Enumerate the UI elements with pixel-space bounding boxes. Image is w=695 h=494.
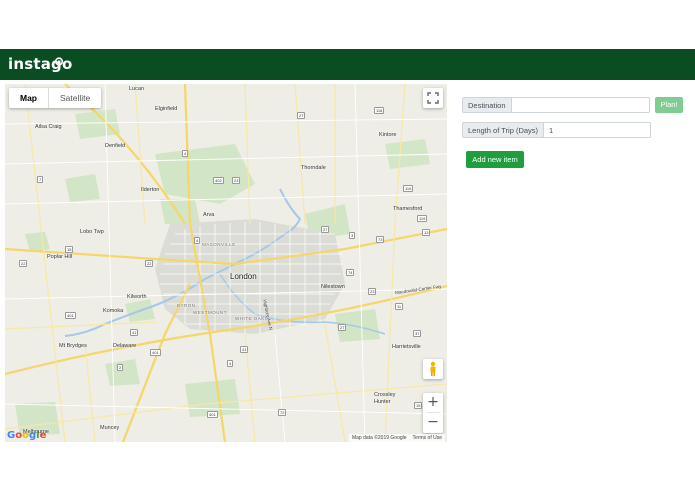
add-new-item-button[interactable]: Add new item [466,151,524,168]
route-shield: 22 [145,260,154,267]
route-shield: 27 [321,226,330,233]
route-shield: 119 [417,215,428,222]
map-type-map-button[interactable]: Map [9,88,49,108]
map-label-kilworth: Kilworth [127,294,147,300]
route-shield: 13 [422,229,431,236]
route-shield: 402 [213,177,224,184]
route-shield: 15 [414,402,423,409]
zoom-in-button[interactable]: + [423,393,443,412]
map-label-thorndale: Thorndale [301,165,326,171]
route-shield: 401 [207,411,218,418]
map-label-masonville: MASONVILLE [202,242,236,247]
google-logo[interactable]: Google [7,430,46,441]
route-shield: 41 [130,329,139,336]
map-label-ailsa-craig: Ailsa Craig [35,124,62,130]
trip-length-label: Length of Trip (Days) [462,122,545,138]
route-shield: 4 [182,150,189,157]
map-label-white-oaks: WHITE OAKS [235,316,269,321]
route-shield: 7 [37,176,44,183]
map-label-delaware: Delaware [113,343,137,349]
map-label-komoka: Komoka [103,308,124,314]
map-label-harrietsville: Harrietsville [392,344,421,350]
map-label-arva: Arva [203,212,215,218]
route-shield: 4 [227,360,234,367]
map-label-nilestown: Nilestown [321,284,345,290]
destination-label: Destination [462,97,512,113]
route-shield: 11 [395,303,404,310]
map-label-ilderton: Ilderton [141,187,160,193]
destination-input-group: Destination [462,97,650,113]
route-shield: 4 [194,237,201,244]
trip-length-input[interactable] [544,122,652,138]
map-label-lucan: Lucan [129,86,144,92]
route-shield: 23 [368,288,377,295]
route-shield: 74 [346,269,355,276]
map-label-mt-brydges: Mt Brydges [59,343,87,349]
route-shield: 119 [403,185,414,192]
route-shield: 118 [374,107,385,114]
zoom-control: + − [423,393,443,433]
map-label-westmount: WESTMOUNT [193,310,227,315]
fullscreen-button[interactable] [423,88,443,108]
map-label-lobo-twp: Lobo Twp [80,229,104,235]
route-shield: 23 [232,177,241,184]
map-label-thamesford: Thamesford [393,206,423,212]
map-label-london: London [230,272,257,281]
map-label-elginfield: Elginfield [155,106,178,112]
terms-of-use-link[interactable]: Terms of Use [413,435,442,441]
zoom-out-button[interactable]: − [423,413,443,432]
plan-button[interactable]: Plan! [655,97,683,113]
map-label-kintore: Kintore [379,132,397,138]
street-view-pegman-button[interactable] [423,359,443,379]
route-shield: 73 [376,236,385,243]
top-navbar: instago [0,49,695,80]
route-shield: 27 [338,324,347,331]
route-shield: 15 [65,246,74,253]
route-shield: 27 [297,112,306,119]
route-shield: 401 [65,312,76,319]
route-shield: 401 [150,349,161,356]
destination-input[interactable] [511,97,650,113]
route-shield: 37 [413,330,422,337]
map-type-control: Map Satellite [9,88,102,108]
map-pin-icon [54,57,64,69]
pegman-icon [430,361,436,376]
route-shield: 72 [278,409,287,416]
map-attribution: Map data ©2019 Google Terms of Use [348,434,445,442]
trip-length-input-group: Length of Trip (Days) [462,122,652,138]
map-label-poplar-hill: Poplar Hill [47,254,73,260]
map-label-denfield: Denfield [105,143,126,149]
route-shield: 41 [240,346,249,353]
fullscreen-icon [427,92,439,104]
map-label-crossley-hunter: Crossley Hunter [374,392,396,405]
map-view[interactable]: Lucan Elginfield Ailsa Craig Denfield Ki… [5,84,447,442]
map-label-byron: BYRON [177,303,196,308]
route-shield: 2 [117,364,124,371]
map-data-credit: Map data ©2019 Google [351,435,407,441]
map-label-muncey: Muncey [100,425,120,431]
route-shield: 22 [19,260,28,267]
map-type-satellite-button[interactable]: Satellite [49,88,101,108]
route-shield: 3 [349,232,356,239]
